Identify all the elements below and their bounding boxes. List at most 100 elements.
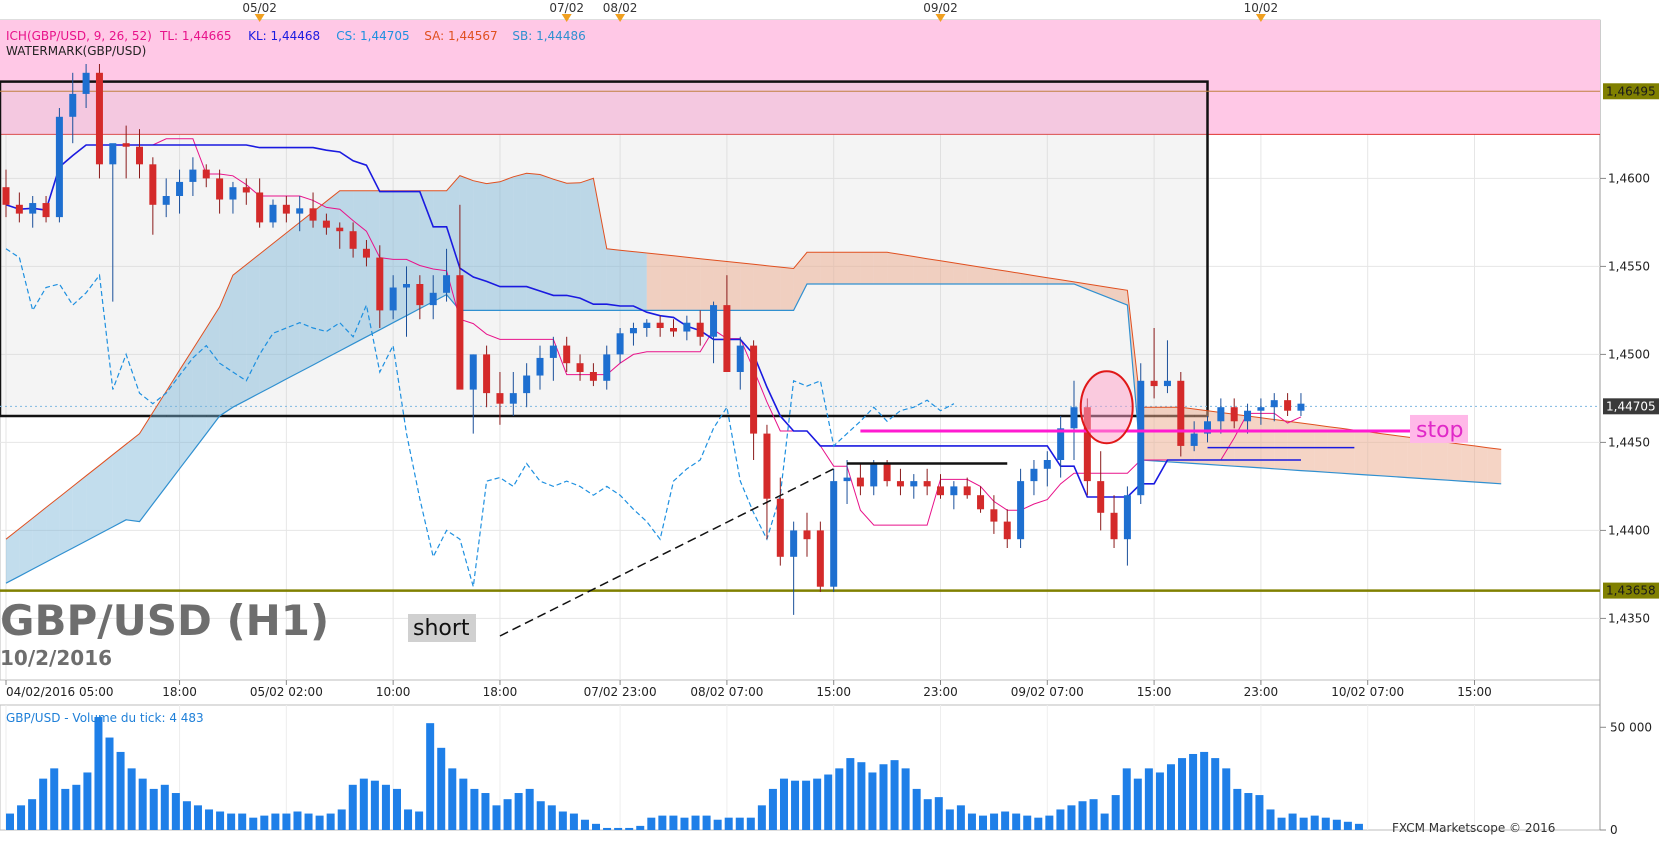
candle-bullish [389, 287, 397, 311]
cloud-segment [1434, 440, 1448, 481]
volume-bar [846, 758, 855, 830]
volume-bar [404, 809, 413, 830]
volume-bar [1332, 819, 1341, 830]
chart-svg: short stop 1,4350 1,4400 1,4450 1,4500 1,4550… [0, 0, 1663, 838]
cloud-segment [900, 254, 914, 284]
cloud-segment [766, 265, 781, 311]
x-tick-label: 23:00 [923, 685, 958, 699]
candle-bearish [202, 169, 210, 179]
cloud-segment [566, 182, 581, 311]
cloud-segment [633, 251, 647, 311]
candle-bearish [670, 328, 677, 332]
candle-bearish [977, 495, 985, 510]
candle-bearish [95, 72, 103, 165]
cloud-segment [553, 179, 567, 311]
volume-bar [824, 774, 833, 830]
volume-bar [326, 813, 335, 830]
cloud-segment [86, 465, 100, 541]
volume-bar [1056, 809, 1065, 830]
indicator-value: TL: 1,44665 [159, 29, 232, 43]
cloud-segment [206, 306, 220, 434]
cloud-segment [620, 250, 634, 311]
candle-bullish [549, 345, 557, 358]
cloud-segment [72, 475, 87, 548]
volume-bar [1012, 813, 1021, 830]
volume-bar [94, 717, 103, 830]
volume-bar [171, 793, 180, 830]
x-tick-label: 10/02 07:00 [1331, 685, 1404, 699]
volume-bar [724, 817, 733, 830]
cloud-segment [927, 258, 941, 284]
cloud-segment [99, 454, 113, 534]
volume-bar [923, 799, 932, 830]
volume-bar [503, 799, 512, 830]
candle-bearish [750, 345, 758, 434]
volume-bar [426, 723, 435, 830]
cloud-segment [580, 178, 594, 311]
indicator-value: KL: 1,44468 [248, 29, 320, 43]
volume-bar [1299, 817, 1308, 830]
cloud-segment [860, 252, 874, 284]
volume-bar [647, 817, 656, 830]
volume-bar [746, 817, 755, 830]
candle-bearish [322, 220, 330, 228]
volume-bar [260, 815, 269, 830]
volume-bar [912, 788, 921, 830]
volume-bar [1078, 801, 1087, 830]
top-date-label: 10/02 [1244, 1, 1279, 15]
top-date-label: 08/02 [603, 1, 638, 15]
volume-bar [547, 805, 556, 830]
candle-bearish [1003, 521, 1011, 540]
cloud-segment [1367, 431, 1382, 476]
candle-bearish [883, 463, 891, 482]
candle-bearish [776, 498, 784, 557]
candle-bearish [216, 178, 224, 200]
volume-bar [1023, 815, 1032, 830]
volume-bar [6, 813, 14, 830]
candle-bullish [843, 477, 851, 482]
volume-bar [1255, 795, 1264, 830]
volume-bar [514, 793, 523, 830]
volume-bar [934, 797, 943, 830]
volume-bar [879, 764, 888, 830]
volume-bar [901, 768, 910, 830]
volume-bar [470, 788, 479, 830]
volume-bar [1233, 788, 1242, 830]
volume-bar [304, 813, 313, 830]
cloud-segment [726, 261, 741, 311]
cloud-segment [833, 252, 848, 284]
gbpusd-chart: short stop 1,4350 1,4400 1,4450 1,4500 1,4550… [0, 0, 1663, 838]
volume-bar [1200, 751, 1209, 830]
candle-bullish [509, 393, 517, 404]
cloud-segment [980, 267, 994, 284]
cloud-segment [273, 232, 287, 387]
candle-bullish [790, 530, 798, 557]
volume-bar [293, 811, 302, 830]
cloud-segment [486, 181, 500, 311]
candle-bullish [443, 275, 451, 293]
candle-bullish [469, 354, 477, 390]
candle-bullish [162, 196, 170, 205]
volume-bar [1310, 815, 1319, 830]
volume-bar [238, 813, 247, 830]
cloud-segment [1461, 444, 1475, 482]
candle-bullish [523, 375, 531, 394]
y-tick-label: 1,4550 [1608, 259, 1650, 273]
volume-bar [669, 815, 678, 830]
volume-bar [1321, 817, 1330, 830]
volume-bar [1155, 772, 1164, 830]
y-tick-label: 1,4350 [1608, 611, 1650, 625]
volume-bar [415, 811, 424, 830]
candle-bearish [723, 305, 731, 372]
cloud-segment [299, 211, 314, 372]
candle-bearish [336, 227, 344, 232]
cloud-segment [940, 260, 954, 284]
candle-bearish [456, 275, 464, 390]
cloud-segment [1487, 447, 1502, 484]
top-date-label: 07/02 [549, 1, 584, 15]
candle-bullish [910, 481, 918, 487]
volume-bar [636, 825, 645, 830]
cloud-segment [1421, 438, 1435, 480]
candle-bearish [803, 530, 811, 540]
volume-bar [592, 823, 601, 830]
